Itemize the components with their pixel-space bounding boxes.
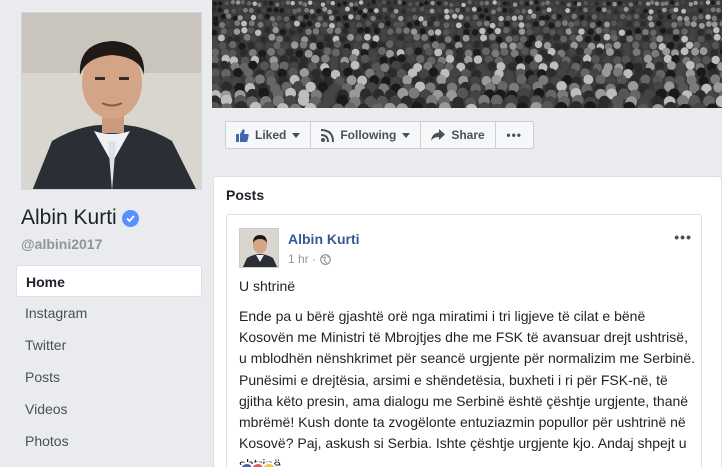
- more-actions-button[interactable]: •••: [495, 121, 534, 149]
- caret-down-icon: [292, 132, 301, 138]
- post-reactions[interactable]: [239, 462, 277, 467]
- liked-button[interactable]: Liked: [225, 121, 312, 149]
- post-card: Albin Kurti 1 hr · ••• U shtrinë Ende pa…: [226, 214, 702, 467]
- left-column: Albin Kurti @albini2017 Home Instagram T…: [0, 0, 212, 467]
- caret-down-icon: [402, 132, 411, 138]
- post-lead-text: U shtrinë: [239, 278, 296, 294]
- following-button[interactable]: Following: [311, 121, 422, 149]
- profile-photo[interactable]: [21, 12, 202, 190]
- posts-panel: Posts Albin Kurti 1 hr · ••• U shtrinë E…: [213, 176, 722, 467]
- page-nav: Home Instagram Twitter Posts Videos Phot…: [16, 265, 202, 457]
- post-timestamp[interactable]: 1 hr ·: [288, 252, 316, 266]
- following-label: Following: [340, 128, 397, 142]
- nav-item-posts[interactable]: Posts: [16, 361, 202, 393]
- verified-check-icon: [121, 209, 139, 227]
- post-body-text: Ende pa u bërë gjashtë orë nga miratimi …: [239, 308, 696, 467]
- page-actions: Liked Following Share •••: [225, 121, 534, 149]
- post-meta: 1 hr ·: [288, 252, 331, 266]
- profile-name-text[interactable]: Albin Kurti: [21, 206, 117, 230]
- share-button[interactable]: Share: [421, 121, 496, 149]
- post-options-button[interactable]: •••: [674, 229, 692, 245]
- post-author-avatar[interactable]: [239, 228, 279, 268]
- rss-icon: [321, 128, 335, 142]
- nav-item-home[interactable]: Home: [16, 265, 202, 297]
- nav-item-twitter[interactable]: Twitter: [16, 329, 202, 361]
- profile-name[interactable]: Albin Kurti: [21, 206, 139, 230]
- thumbs-up-icon: [236, 128, 249, 142]
- share-arrow-icon: [431, 129, 446, 141]
- cover-photo[interactable]: [212, 0, 722, 108]
- profile-handle[interactable]: @albini2017: [21, 236, 102, 252]
- nav-item-photos[interactable]: Photos: [16, 425, 202, 457]
- post-author-name[interactable]: Albin Kurti: [288, 231, 360, 247]
- posts-section-title[interactable]: Posts: [226, 187, 264, 203]
- nav-item-videos[interactable]: Videos: [16, 393, 202, 425]
- share-label: Share: [451, 128, 485, 142]
- profile-photo-image: [22, 13, 201, 189]
- globe-icon: [320, 253, 331, 265]
- action-bar: Liked Following Share •••: [212, 108, 722, 162]
- cover-photo-image: [212, 0, 722, 108]
- liked-label: Liked: [255, 128, 287, 142]
- nav-item-instagram[interactable]: Instagram: [16, 297, 202, 329]
